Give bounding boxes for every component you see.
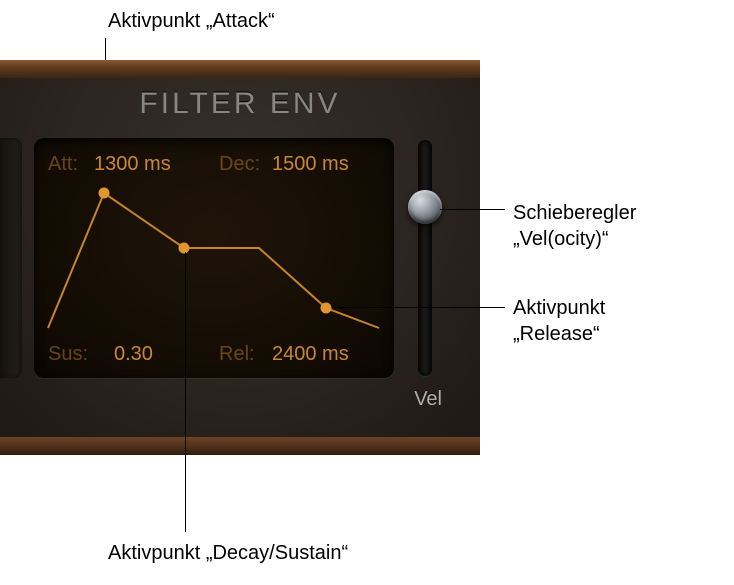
release-node[interactable] — [321, 303, 331, 313]
callout-velocity-line2: „Vel(ocity)“ — [513, 226, 609, 252]
panel-inner: FILTER ENV Att: 1300 ms Dec: 1500 ms Sus… — [0, 78, 480, 437]
callout-decay-sustain-label: Aktivpunkt „Decay/Sustain“ — [108, 540, 348, 566]
callout-release-line — [332, 307, 505, 308]
velocity-slider[interactable] — [410, 140, 440, 376]
decay-sustain-node[interactable] — [179, 243, 189, 253]
envelope-display[interactable]: Att: 1300 ms Dec: 1500 ms Sus: 0.30 Rel:… — [34, 138, 394, 378]
decay-label: Dec: — [219, 153, 260, 175]
callout-decay-sustain-line — [185, 252, 186, 532]
sustain-label: Sus: — [48, 343, 88, 365]
velocity-slider-track — [418, 140, 432, 376]
wood-trim-bottom — [0, 437, 480, 455]
wood-trim-top — [0, 60, 480, 78]
decay-value[interactable]: 1500 ms — [272, 153, 349, 175]
attack-node[interactable] — [99, 188, 109, 198]
callout-release-line1: Aktivpunkt — [513, 295, 605, 321]
release-label: Rel: — [219, 343, 255, 365]
callout-release-line2: „Release“ — [513, 321, 600, 347]
release-value[interactable]: 2400 ms — [272, 343, 349, 365]
callout-attack-label: Aktivpunkt „Attack“ — [108, 8, 275, 34]
filter-env-panel: FILTER ENV Att: 1300 ms Dec: 1500 ms Sus… — [0, 60, 480, 455]
left-edge-control — [0, 138, 22, 378]
velocity-slider-thumb[interactable] — [408, 190, 442, 224]
envelope-graph-svg: Att: 1300 ms Dec: 1500 ms Sus: 0.30 Rel:… — [34, 138, 394, 378]
sustain-value[interactable]: 0.30 — [114, 343, 153, 365]
callout-velocity-line1: Schieberegler — [513, 200, 636, 226]
attack-label: Att: — [48, 153, 78, 175]
velocity-label: Vel — [414, 388, 442, 411]
callout-velocity-line — [440, 209, 505, 210]
attack-value[interactable]: 1300 ms — [94, 153, 171, 175]
panel-title: FILTER ENV — [0, 87, 480, 121]
